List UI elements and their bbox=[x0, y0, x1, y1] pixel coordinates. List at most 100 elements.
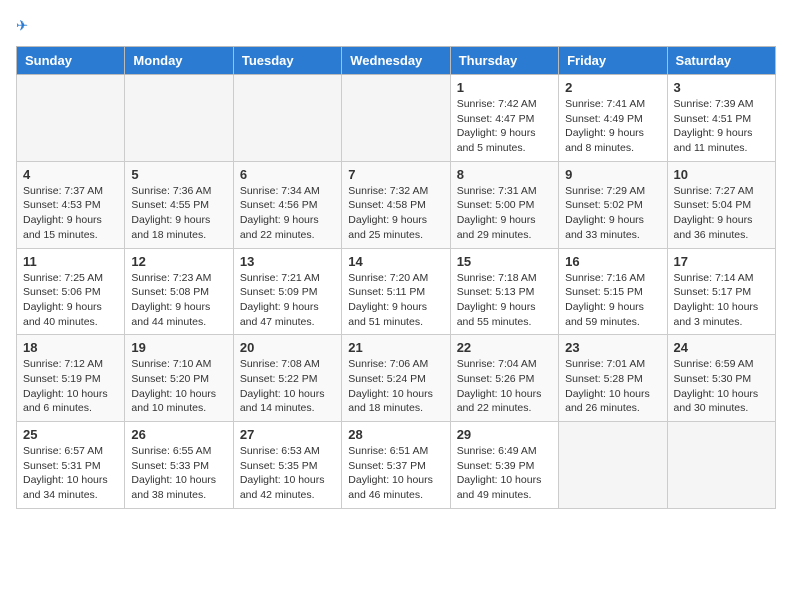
day-info: Sunrise: 7:18 AM Sunset: 5:13 PM Dayligh… bbox=[457, 271, 552, 330]
day-number: 14 bbox=[348, 254, 443, 269]
calendar-day-cell: 10 Sunrise: 7:27 AM Sunset: 5:04 PM Dayli… bbox=[667, 161, 775, 248]
day-number: 8 bbox=[457, 167, 552, 182]
day-number: 24 bbox=[674, 340, 769, 355]
day-info: Sunrise: 7:01 AM Sunset: 5:28 PM Dayligh… bbox=[565, 357, 660, 416]
day-number: 20 bbox=[240, 340, 335, 355]
day-info: Sunrise: 7:39 AM Sunset: 4:51 PM Dayligh… bbox=[674, 97, 769, 156]
calendar-week-row: 18 Sunrise: 7:12 AM Sunset: 5:19 PM Dayli… bbox=[17, 335, 776, 422]
day-info: Sunrise: 7:36 AM Sunset: 4:55 PM Dayligh… bbox=[131, 184, 226, 243]
day-info: Sunrise: 7:32 AM Sunset: 4:58 PM Dayligh… bbox=[348, 184, 443, 243]
calendar-day-cell: 11 Sunrise: 7:25 AM Sunset: 5:06 PM Dayli… bbox=[17, 248, 125, 335]
day-info: Sunrise: 7:37 AM Sunset: 4:53 PM Dayligh… bbox=[23, 184, 118, 243]
calendar-day-cell: 21 Sunrise: 7:06 AM Sunset: 5:24 PM Dayli… bbox=[342, 335, 450, 422]
calendar-day-cell: 6 Sunrise: 7:34 AM Sunset: 4:56 PM Daylig… bbox=[233, 161, 341, 248]
day-of-week-header: Tuesday bbox=[233, 47, 341, 75]
calendar-day-cell: 29 Sunrise: 6:49 AM Sunset: 5:39 PM Dayli… bbox=[450, 422, 558, 509]
calendar-day-cell: 17 Sunrise: 7:14 AM Sunset: 5:17 PM Dayli… bbox=[667, 248, 775, 335]
calendar-week-row: 4Sunrise: 7:37 AM Sunset: 4:53 PM Daylig… bbox=[17, 161, 776, 248]
day-info: Sunrise: 7:12 AM Sunset: 5:19 PM Dayligh… bbox=[23, 357, 118, 416]
calendar-day-cell: 2Sunrise: 7:41 AM Sunset: 4:49 PM Daylig… bbox=[559, 75, 667, 162]
day-info: Sunrise: 7:29 AM Sunset: 5:02 PM Dayligh… bbox=[565, 184, 660, 243]
day-of-week-header: Monday bbox=[125, 47, 233, 75]
day-number: 22 bbox=[457, 340, 552, 355]
day-number: 18 bbox=[23, 340, 118, 355]
day-number: 25 bbox=[23, 427, 118, 442]
day-info: Sunrise: 7:08 AM Sunset: 5:22 PM Dayligh… bbox=[240, 357, 335, 416]
day-number: 26 bbox=[131, 427, 226, 442]
day-number: 21 bbox=[348, 340, 443, 355]
calendar-day-cell: 24 Sunrise: 6:59 AM Sunset: 5:30 PM Dayli… bbox=[667, 335, 775, 422]
day-number: 2 bbox=[565, 80, 660, 95]
calendar-week-row: 25 Sunrise: 6:57 AM Sunset: 5:31 PM Dayli… bbox=[17, 422, 776, 509]
page-header: ✈ bbox=[16, 16, 776, 36]
day-info: Sunrise: 7:42 AM Sunset: 4:47 PM Dayligh… bbox=[457, 97, 552, 156]
day-info: Sunrise: 7:10 AM Sunset: 5:20 PM Dayligh… bbox=[131, 357, 226, 416]
day-info: Sunrise: 7:25 AM Sunset: 5:06 PM Dayligh… bbox=[23, 271, 118, 330]
day-number: 28 bbox=[348, 427, 443, 442]
calendar-day-cell: 13 Sunrise: 7:21 AM Sunset: 5:09 PM Dayli… bbox=[233, 248, 341, 335]
day-of-week-header: Saturday bbox=[667, 47, 775, 75]
day-number: 13 bbox=[240, 254, 335, 269]
calendar-day-cell: 12Sunrise: 7:23 AM Sunset: 5:08 PM Dayli… bbox=[125, 248, 233, 335]
day-number: 12 bbox=[131, 254, 226, 269]
calendar-day-cell: 9 Sunrise: 7:29 AM Sunset: 5:02 PM Daylig… bbox=[559, 161, 667, 248]
day-number: 27 bbox=[240, 427, 335, 442]
calendar-day-cell bbox=[125, 75, 233, 162]
calendar-day-cell: 19 Sunrise: 7:10 AM Sunset: 5:20 PM Dayli… bbox=[125, 335, 233, 422]
calendar-day-cell: 20 Sunrise: 7:08 AM Sunset: 5:22 PM Dayli… bbox=[233, 335, 341, 422]
calendar-day-cell: 25 Sunrise: 6:57 AM Sunset: 5:31 PM Dayli… bbox=[17, 422, 125, 509]
day-info: Sunrise: 6:51 AM Sunset: 5:37 PM Dayligh… bbox=[348, 444, 443, 503]
day-number: 29 bbox=[457, 427, 552, 442]
logo-icon: ✈ bbox=[16, 16, 36, 36]
day-number: 17 bbox=[674, 254, 769, 269]
day-number: 1 bbox=[457, 80, 552, 95]
day-info: Sunrise: 7:16 AM Sunset: 5:15 PM Dayligh… bbox=[565, 271, 660, 330]
day-info: Sunrise: 7:04 AM Sunset: 5:26 PM Dayligh… bbox=[457, 357, 552, 416]
calendar-day-cell bbox=[667, 422, 775, 509]
calendar-day-cell: 8 Sunrise: 7:31 AM Sunset: 5:00 PM Daylig… bbox=[450, 161, 558, 248]
day-info: Sunrise: 6:55 AM Sunset: 5:33 PM Dayligh… bbox=[131, 444, 226, 503]
calendar-day-cell: 16 Sunrise: 7:16 AM Sunset: 5:15 PM Dayli… bbox=[559, 248, 667, 335]
day-number: 23 bbox=[565, 340, 660, 355]
day-number: 10 bbox=[674, 167, 769, 182]
day-number: 9 bbox=[565, 167, 660, 182]
day-info: Sunrise: 6:59 AM Sunset: 5:30 PM Dayligh… bbox=[674, 357, 769, 416]
day-info: Sunrise: 7:31 AM Sunset: 5:00 PM Dayligh… bbox=[457, 184, 552, 243]
calendar-week-row: 1 Sunrise: 7:42 AM Sunset: 4:47 PM Daylig… bbox=[17, 75, 776, 162]
day-number: 16 bbox=[565, 254, 660, 269]
day-number: 15 bbox=[457, 254, 552, 269]
calendar-day-cell: 26 Sunrise: 6:55 AM Sunset: 5:33 PM Dayli… bbox=[125, 422, 233, 509]
day-info: Sunrise: 7:21 AM Sunset: 5:09 PM Dayligh… bbox=[240, 271, 335, 330]
calendar-day-cell: 27Sunrise: 6:53 AM Sunset: 5:35 PM Dayli… bbox=[233, 422, 341, 509]
calendar-day-cell: 18 Sunrise: 7:12 AM Sunset: 5:19 PM Dayli… bbox=[17, 335, 125, 422]
calendar-day-cell: 7 Sunrise: 7:32 AM Sunset: 4:58 PM Daylig… bbox=[342, 161, 450, 248]
calendar-day-cell: 15 Sunrise: 7:18 AM Sunset: 5:13 PM Dayli… bbox=[450, 248, 558, 335]
calendar-day-cell bbox=[233, 75, 341, 162]
day-info: Sunrise: 6:57 AM Sunset: 5:31 PM Dayligh… bbox=[23, 444, 118, 503]
calendar-day-cell: 1 Sunrise: 7:42 AM Sunset: 4:47 PM Daylig… bbox=[450, 75, 558, 162]
day-info: Sunrise: 7:27 AM Sunset: 5:04 PM Dayligh… bbox=[674, 184, 769, 243]
calendar-week-row: 11 Sunrise: 7:25 AM Sunset: 5:06 PM Dayli… bbox=[17, 248, 776, 335]
calendar-day-cell bbox=[559, 422, 667, 509]
day-of-week-header: Friday bbox=[559, 47, 667, 75]
calendar-day-cell bbox=[342, 75, 450, 162]
calendar-day-cell: 3 Sunrise: 7:39 AM Sunset: 4:51 PM Daylig… bbox=[667, 75, 775, 162]
day-number: 6 bbox=[240, 167, 335, 182]
calendar-day-cell: 5Sunrise: 7:36 AM Sunset: 4:55 PM Daylig… bbox=[125, 161, 233, 248]
day-info: Sunrise: 7:20 AM Sunset: 5:11 PM Dayligh… bbox=[348, 271, 443, 330]
logo: ✈ bbox=[16, 16, 40, 36]
day-number: 3 bbox=[674, 80, 769, 95]
day-number: 7 bbox=[348, 167, 443, 182]
calendar-day-cell bbox=[17, 75, 125, 162]
day-info: Sunrise: 7:06 AM Sunset: 5:24 PM Dayligh… bbox=[348, 357, 443, 416]
day-of-week-header: Sunday bbox=[17, 47, 125, 75]
svg-text:✈: ✈ bbox=[16, 19, 28, 35]
day-of-week-header: Thursday bbox=[450, 47, 558, 75]
day-number: 19 bbox=[131, 340, 226, 355]
day-info: Sunrise: 7:14 AM Sunset: 5:17 PM Dayligh… bbox=[674, 271, 769, 330]
day-info: Sunrise: 6:49 AM Sunset: 5:39 PM Dayligh… bbox=[457, 444, 552, 503]
day-info: Sunrise: 7:34 AM Sunset: 4:56 PM Dayligh… bbox=[240, 184, 335, 243]
calendar-day-cell: 4Sunrise: 7:37 AM Sunset: 4:53 PM Daylig… bbox=[17, 161, 125, 248]
calendar-day-cell: 23 Sunrise: 7:01 AM Sunset: 5:28 PM Dayli… bbox=[559, 335, 667, 422]
day-number: 11 bbox=[23, 254, 118, 269]
